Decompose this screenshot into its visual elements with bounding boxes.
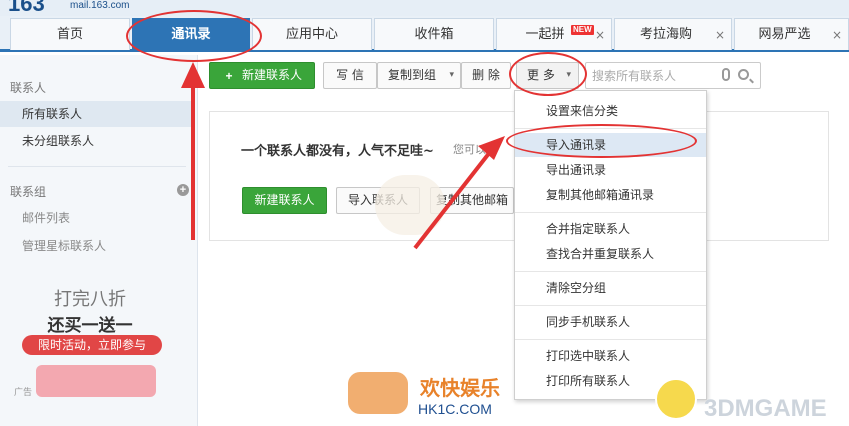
arrow-head: [478, 136, 505, 160]
watermark-mascot: [655, 378, 697, 420]
watermark-game-icon: [348, 372, 408, 414]
watermark-text: 欢快娱乐: [420, 376, 500, 400]
arrow-line: [413, 150, 492, 250]
arrow-head: [181, 62, 205, 88]
watermark-domain: HK1C.COM: [418, 401, 492, 417]
annotation-arrows: [181, 62, 505, 250]
watermark-3dmgame: 3DMGAME: [704, 395, 827, 422]
